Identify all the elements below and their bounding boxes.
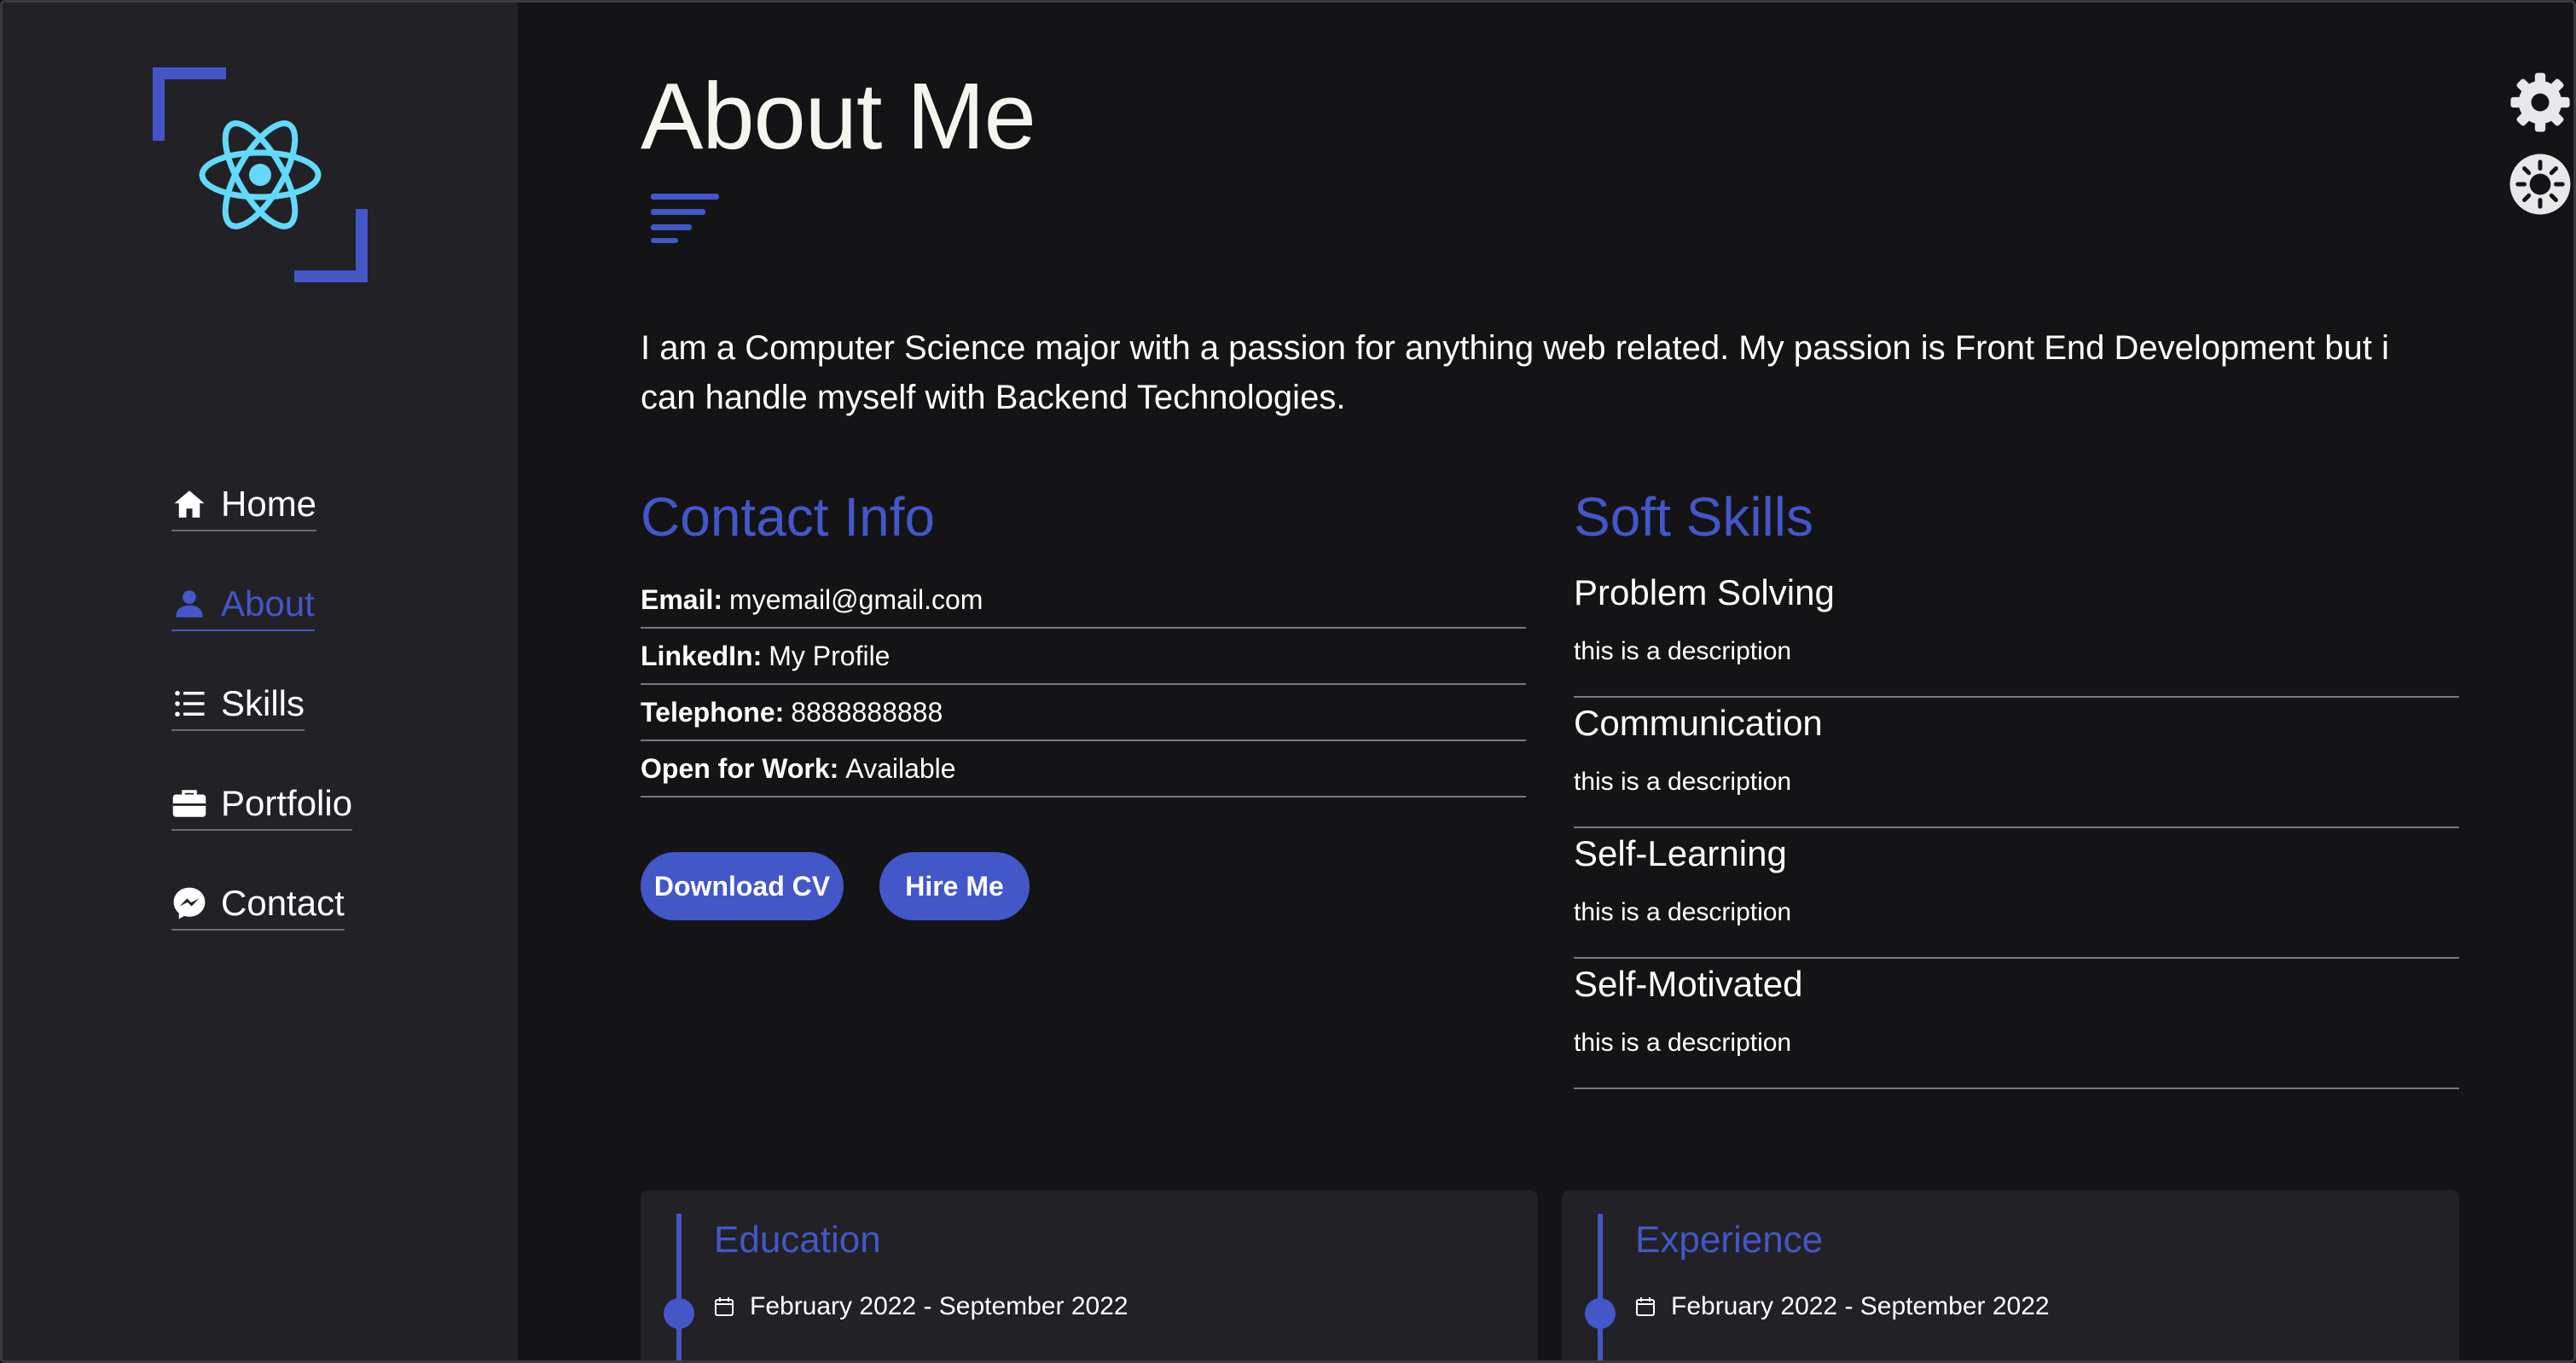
user-icon	[176, 589, 203, 618]
contact-label: Open for Work:	[641, 752, 839, 784]
skill-item: Problem Solving this is a description	[1574, 567, 2459, 698]
contact-label: LinkedIn:	[641, 640, 763, 671]
contact-telephone-row: Telephone: 8888888888	[641, 685, 1526, 741]
contact-value[interactable]: My Profile	[769, 641, 890, 672]
timeline-line	[1598, 1214, 1603, 1360]
page-title: About Me	[641, 64, 1036, 169]
nav-label-skills: Skills	[221, 682, 305, 723]
contact-value: 8888888888	[791, 696, 943, 728]
skill-name: Problem Solving	[1574, 572, 1835, 612]
contact-label: Telephone:	[641, 696, 785, 728]
experience-title: Experience	[1635, 1219, 1824, 1261]
contact-linkedin-row: LinkedIn: My Profile	[641, 629, 1526, 685]
experience-date-text: February 2022 - September 2022	[1671, 1292, 2050, 1320]
gear-icon[interactable]	[2509, 71, 2572, 134]
calendar-icon	[715, 1297, 734, 1316]
contact-label: Email:	[641, 583, 723, 615]
education-title: Education	[714, 1219, 881, 1261]
list-icon	[175, 690, 205, 716]
skill-item: Self-Learning this is a description	[1574, 828, 2459, 959]
sun-icon[interactable]	[2509, 153, 2572, 216]
hire-me-button[interactable]: Hire Me	[879, 852, 1030, 920]
experience-card: Experience February 2022 - September 202…	[1562, 1190, 2459, 1360]
contact-email-row: Email: myemail@gmail.com	[641, 572, 1526, 629]
nav-item-portfolio[interactable]: Portfolio	[171, 757, 353, 856]
contact-list: Email: myemail@gmail.com LinkedIn: My Pr…	[641, 572, 1526, 798]
contact-value: Available	[845, 752, 956, 784]
skill-description: this is a description	[1574, 637, 1792, 665]
experience-date: February 2022 - September 2022	[1635, 1292, 2050, 1321]
skill-item: Self-Motivated this is a description	[1574, 959, 2459, 1089]
nav-item-about[interactable]: About	[171, 557, 352, 657]
nav-label-home: Home	[221, 483, 317, 524]
contact-info-title: Contact Info	[641, 486, 936, 548]
calendar-icon	[1636, 1297, 1655, 1316]
education-date: February 2022 - September 2022	[714, 1292, 1128, 1321]
react-logo[interactable]	[149, 64, 371, 286]
nav-item-skills[interactable]: Skills	[171, 657, 352, 757]
nav-item-contact[interactable]: Contact	[171, 856, 352, 956]
skill-item: Communication this is a description	[1574, 698, 2459, 828]
education-card: Education February 2022 - September 2022	[641, 1190, 1538, 1360]
skill-description: this is a description	[1574, 1029, 1792, 1057]
soft-skills-title: Soft Skills	[1574, 486, 1813, 548]
messenger-icon	[173, 887, 206, 919]
main-nav: Home About Skills Portfolio Contact	[171, 457, 353, 956]
nav-item-home[interactable]: Home	[171, 457, 352, 557]
skill-description: this is a description	[1574, 898, 1792, 926]
nav-label-contact: Contact	[221, 882, 345, 923]
briefcase-icon	[172, 789, 206, 817]
home-icon	[174, 490, 205, 518]
nav-label-portfolio: Portfolio	[221, 782, 353, 823]
soft-skills-list: Problem Solving this is a description Co…	[1574, 567, 2459, 1089]
skill-description: this is a description	[1574, 768, 1792, 796]
intro-paragraph: I am a Computer Science major with a pas…	[641, 329, 2389, 416]
skill-name: Communication	[1574, 703, 1823, 743]
timeline-dot	[664, 1298, 694, 1329]
sidebar: Home About Skills Portfolio Contact	[3, 3, 518, 1360]
download-cv-button[interactable]: Download CV	[641, 852, 844, 920]
education-date-text: February 2022 - September 2022	[750, 1292, 1128, 1320]
app-window: Home About Skills Portfolio Contact Abou…	[0, 0, 2576, 1363]
timeline-dot	[1585, 1298, 1616, 1329]
skill-name: Self-Learning	[1574, 833, 1787, 873]
sort-lines-icon	[651, 194, 719, 243]
nav-label-about: About	[221, 583, 315, 624]
contact-value[interactable]: myemail@gmail.com	[729, 584, 983, 616]
skill-name: Self-Motivated	[1574, 964, 1803, 1004]
timeline-line	[676, 1214, 682, 1360]
contact-work-row: Open for Work: Available	[641, 741, 1526, 798]
